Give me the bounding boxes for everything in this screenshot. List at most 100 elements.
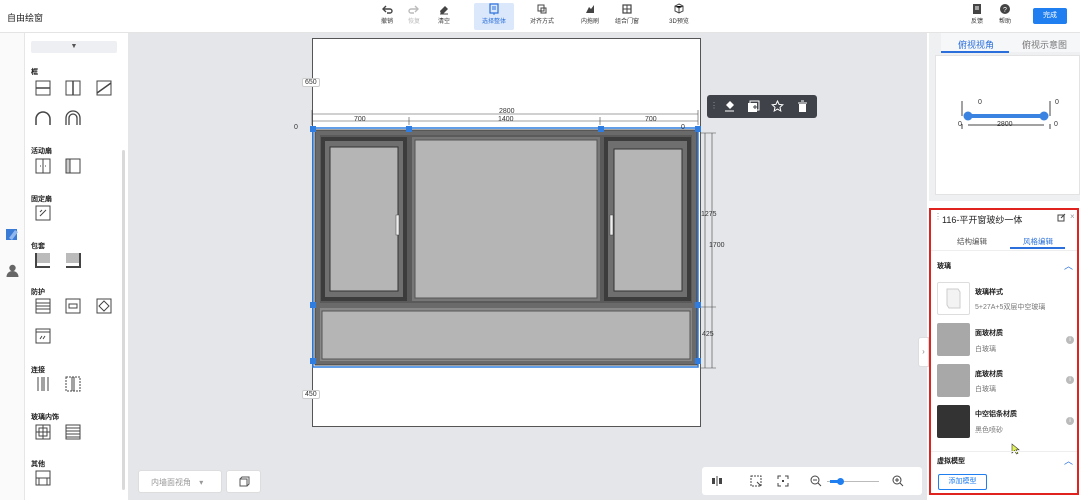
section-fixed-sash-title: 固定扇 — [31, 196, 52, 203]
align-label: 对齐方式 — [529, 19, 554, 25]
info-icon[interactable]: i — [1066, 376, 1074, 384]
glass-style-value[interactable]: 5+27A+5双层中空玻璃 — [975, 302, 1045, 312]
top-view-preview[interactable]: 0 0 0 2800 0 — [935, 55, 1080, 195]
dim-right-width[interactable]: 700 — [645, 116, 657, 123]
clear-button[interactable]: 清空 — [429, 3, 459, 25]
dim-upper-height[interactable]: 1275 — [701, 211, 717, 218]
window-design-rail-icon[interactable] — [4, 226, 21, 243]
info-icon[interactable]: i — [1066, 336, 1074, 344]
zoom-out-icon[interactable] — [810, 475, 822, 487]
spacer-bar-value[interactable]: 黑色喷砂 — [975, 425, 1003, 435]
dim-lower-height[interactable]: 425 — [702, 331, 714, 338]
select-all-label: 选择整体 — [481, 19, 506, 25]
frame-vertical-icon[interactable] — [65, 80, 81, 96]
bottom-glass-swatch[interactable] — [937, 364, 970, 397]
drag-handle-icon[interactable]: ⋮ — [710, 101, 718, 110]
redo-label: 恢复 — [407, 19, 420, 25]
divider — [931, 451, 1077, 452]
wrap-right-icon[interactable] — [65, 252, 81, 268]
feedback-button[interactable]: 反馈 — [962, 3, 992, 25]
view-cube-button[interactable] — [226, 470, 261, 493]
fit-select-icon[interactable] — [750, 475, 762, 487]
selection-toolbar: ⋮ — [707, 95, 817, 118]
star-icon[interactable] — [771, 100, 784, 113]
frame-horizontal-icon[interactable] — [35, 80, 51, 96]
help-label: 帮助 — [998, 19, 1011, 25]
preview-3d-button[interactable]: 3D预览 — [664, 3, 694, 25]
frame-double-arch-icon[interactable] — [65, 110, 81, 126]
add-model-button[interactable]: 添加模型 — [938, 474, 987, 490]
wrap-left-icon[interactable] — [35, 252, 51, 268]
protect-rail-icon[interactable] — [65, 298, 81, 314]
dim-total-height[interactable]: 1700 — [709, 242, 725, 249]
palette-category-select[interactable]: ▼ — [31, 41, 117, 53]
mirror-icon[interactable] — [711, 475, 723, 487]
tab-structure-edit[interactable]: 结构编辑 — [957, 236, 987, 247]
tab-top-view[interactable]: 俯视视角 — [958, 38, 994, 51]
connect-corner-icon[interactable] — [65, 376, 81, 392]
copy-add-icon[interactable] — [747, 100, 760, 113]
bottom-glass-value[interactable]: 白玻璃 — [975, 384, 996, 394]
fixed-sash-icon[interactable] — [35, 205, 51, 221]
eraser-icon — [440, 6, 448, 15]
window-drawing[interactable] — [290, 105, 730, 375]
face-glass-swatch[interactable] — [937, 323, 970, 356]
fullscreen-icon[interactable] — [777, 475, 789, 487]
user-rail-icon[interactable] — [5, 263, 20, 278]
protect-diamond-icon[interactable] — [96, 298, 112, 314]
virtual-model-title: 虚拟模型 — [937, 458, 965, 465]
dim-bottom-height[interactable]: 450 — [302, 390, 320, 399]
combine-door-button[interactable]: 组合门窗 — [612, 3, 642, 25]
other-component-icon[interactable] — [35, 470, 51, 486]
chevron-up-icon[interactable]: ︿ — [1064, 259, 1073, 272]
style-paint-icon[interactable] — [723, 100, 736, 113]
section-other-title: 其他 — [31, 461, 45, 468]
align-button[interactable]: 对齐方式 — [525, 3, 559, 25]
connect-joint-icon[interactable] — [35, 376, 51, 392]
feedback-label: 反馈 — [970, 19, 983, 25]
dim-mid-width[interactable]: 1400 — [498, 116, 514, 123]
cube-3d-icon — [674, 3, 684, 14]
clear-label: 清空 — [437, 19, 450, 25]
select-all-button[interactable]: 选择整体 — [474, 3, 514, 30]
preview-3d-label: 3D预览 — [669, 19, 689, 25]
help-button[interactable]: ? 帮助 — [990, 3, 1020, 25]
mini-right-out: 0 — [1054, 121, 1058, 128]
done-button[interactable]: 完成 — [1033, 8, 1067, 24]
redo-button[interactable]: 恢复 — [399, 3, 429, 25]
glass-style-swatch[interactable] — [937, 282, 970, 315]
zoom-slider-knob[interactable] — [837, 478, 844, 485]
dim-total-width[interactable]: 2800 — [499, 108, 515, 115]
section-frame-title: 框 — [31, 69, 38, 76]
edit-icon[interactable] — [1057, 213, 1066, 222]
face-glass-value[interactable]: 白玻璃 — [975, 344, 996, 354]
drag-handle-icon[interactable]: ⋮ — [934, 212, 942, 221]
spacer-bar-swatch[interactable] — [937, 405, 970, 438]
close-icon[interactable]: × — [1070, 212, 1075, 221]
sash-double-icon[interactable] — [35, 158, 51, 174]
divider — [931, 250, 1077, 251]
glass-louver-icon[interactable] — [65, 424, 81, 440]
chevron-up-icon[interactable]: ︿ — [1064, 454, 1073, 467]
brush-icon — [586, 5, 594, 13]
palette-scrollbar[interactable] — [122, 150, 125, 490]
info-icon[interactable]: i — [1066, 417, 1074, 425]
protect-bars-icon[interactable] — [35, 298, 51, 314]
sash-single-icon[interactable] — [65, 158, 81, 174]
frame-diagonal-icon[interactable] — [96, 80, 112, 96]
dim-top-height[interactable]: 650 — [302, 78, 320, 87]
glass-grid-icon[interactable] — [35, 424, 51, 440]
zoom-in-icon[interactable] — [892, 475, 904, 487]
inner-frame-button[interactable]: 内拖刷 — [575, 3, 605, 25]
tab-top-diagram[interactable]: 俯视示意图 — [1022, 38, 1067, 51]
undo-button[interactable]: 撤销 — [372, 3, 402, 25]
tab-style-edit[interactable]: 风格编辑 — [1023, 236, 1053, 247]
canvas-tools — [702, 467, 922, 495]
dim-left-width[interactable]: 700 — [354, 116, 366, 123]
mini-left-top: 0 — [978, 99, 982, 106]
protect-screen-icon[interactable] — [35, 328, 51, 344]
trash-icon[interactable] — [796, 100, 809, 113]
frame-arch-icon[interactable] — [35, 110, 51, 126]
view-select[interactable]: 内墙面视角 ▾ — [138, 470, 222, 493]
panel-collapse-tab[interactable]: › — [918, 337, 929, 367]
